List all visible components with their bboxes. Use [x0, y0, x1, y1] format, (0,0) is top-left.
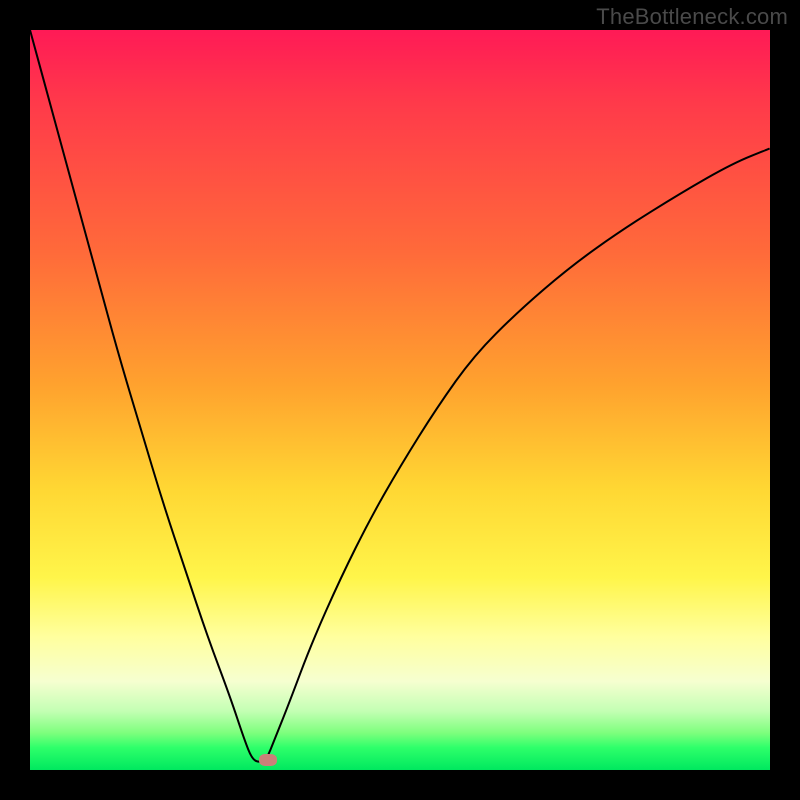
curve-path	[30, 30, 770, 762]
minimum-marker	[259, 754, 277, 766]
watermark-text: TheBottleneck.com	[596, 4, 788, 30]
bottleneck-curve	[30, 30, 770, 770]
chart-frame: TheBottleneck.com	[0, 0, 800, 800]
plot-area	[30, 30, 770, 770]
